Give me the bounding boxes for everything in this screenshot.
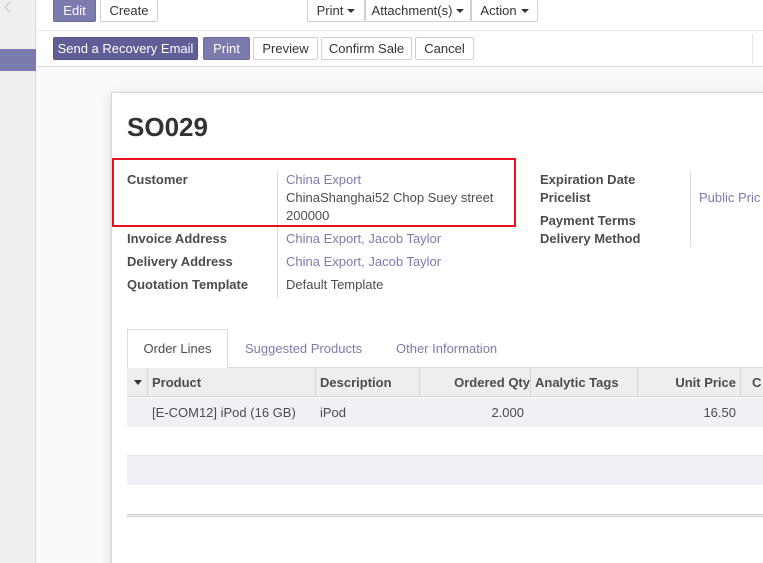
- field-divider: [690, 170, 691, 247]
- column-divider: [740, 368, 741, 397]
- print-menu-label: Print: [316, 3, 344, 18]
- control-panel: Edit Create Print Attachment(s) Action: [37, 0, 763, 31]
- delivery-method-label: Delivery Method: [540, 231, 641, 246]
- table-row: [127, 427, 763, 456]
- print-button[interactable]: Print: [203, 37, 250, 60]
- confirm-sale-button[interactable]: Confirm Sale: [321, 37, 412, 60]
- table-row: [127, 456, 763, 485]
- action-menu-button[interactable]: Action: [471, 0, 538, 22]
- statusbar: Send a Recovery Email Print Preview Conf…: [37, 31, 763, 67]
- caret-down-icon: [456, 8, 465, 13]
- column-cut-off[interactable]: C: [752, 368, 761, 397]
- order-lines-header: Product Description Ordered Qty Analytic…: [127, 368, 763, 397]
- send-recovery-email-button[interactable]: Send a Recovery Email: [53, 37, 198, 60]
- edit-button[interactable]: Edit: [53, 0, 96, 22]
- payment-terms-label: Payment Terms: [540, 213, 636, 228]
- table-row[interactable]: [E-COM12] iPod (16 GB) iPod 2.000 16.50: [127, 398, 763, 427]
- create-button[interactable]: Create: [100, 0, 158, 22]
- column-description[interactable]: Description: [320, 368, 392, 397]
- action-menu-label: Action: [480, 3, 517, 18]
- divider: [752, 34, 753, 64]
- sidebar-active-item[interactable]: [0, 49, 36, 71]
- column-divider: [530, 368, 531, 397]
- cell-product: [E-COM12] iPod (16 GB): [152, 405, 296, 420]
- column-analytic-tags[interactable]: Analytic Tags: [535, 368, 619, 397]
- quotation-template-value[interactable]: Default Template: [286, 277, 383, 292]
- left-sidebar: [0, 0, 36, 563]
- quotation-template-label: Quotation Template: [127, 277, 249, 292]
- invoice-address-label: Invoice Address: [127, 231, 227, 246]
- customer-label: Customer: [127, 172, 188, 187]
- cell-unit-price: 16.50: [703, 405, 736, 420]
- caret-down-icon[interactable]: [134, 380, 142, 385]
- caret-down-icon: [347, 8, 356, 13]
- form-sheet: SO029 Customer China Export ChinaShangha…: [111, 92, 763, 563]
- chevron-icon[interactable]: [4, 1, 16, 13]
- column-product[interactable]: Product: [152, 368, 201, 397]
- tab-suggested-products[interactable]: Suggested Products: [245, 329, 362, 368]
- field-divider: [277, 170, 278, 298]
- pricelist-link[interactable]: Public Pric: [699, 190, 760, 205]
- customer-link[interactable]: China Export: [286, 172, 361, 187]
- table-row: [127, 485, 763, 514]
- column-divider: [315, 368, 316, 397]
- attachments-menu-label: Attachment(s): [371, 3, 453, 18]
- pricelist-label: Pricelist: [540, 190, 591, 205]
- print-menu-button[interactable]: Print: [307, 0, 365, 22]
- column-divider: [147, 368, 148, 397]
- delivery-address-link[interactable]: China Export, Jacob Taylor: [286, 254, 441, 269]
- cancel-button[interactable]: Cancel: [415, 37, 474, 60]
- cell-description: iPod: [320, 405, 347, 420]
- record-title: SO029: [127, 112, 208, 142]
- delivery-address-label: Delivery Address: [127, 254, 233, 269]
- tab-order-lines[interactable]: Order Lines: [127, 329, 228, 368]
- customer-address-line2: 200000: [286, 208, 330, 223]
- column-ordered-qty[interactable]: Ordered Qty: [420, 368, 530, 397]
- table-footer-border: [127, 514, 763, 517]
- tab-other-information[interactable]: Other Information: [396, 329, 497, 368]
- cell-ordered-qty: 2.000: [491, 405, 524, 420]
- expiration-date-label: Expiration Date: [540, 172, 636, 187]
- column-unit-price[interactable]: Unit Price: [638, 368, 736, 397]
- invoice-address-link[interactable]: China Export, Jacob Taylor: [286, 231, 441, 246]
- attachments-menu-button[interactable]: Attachment(s): [365, 0, 471, 22]
- caret-down-icon: [520, 8, 529, 13]
- preview-button[interactable]: Preview: [253, 37, 318, 60]
- customer-address-line1: ChinaShanghai52 Chop Suey street: [286, 190, 494, 205]
